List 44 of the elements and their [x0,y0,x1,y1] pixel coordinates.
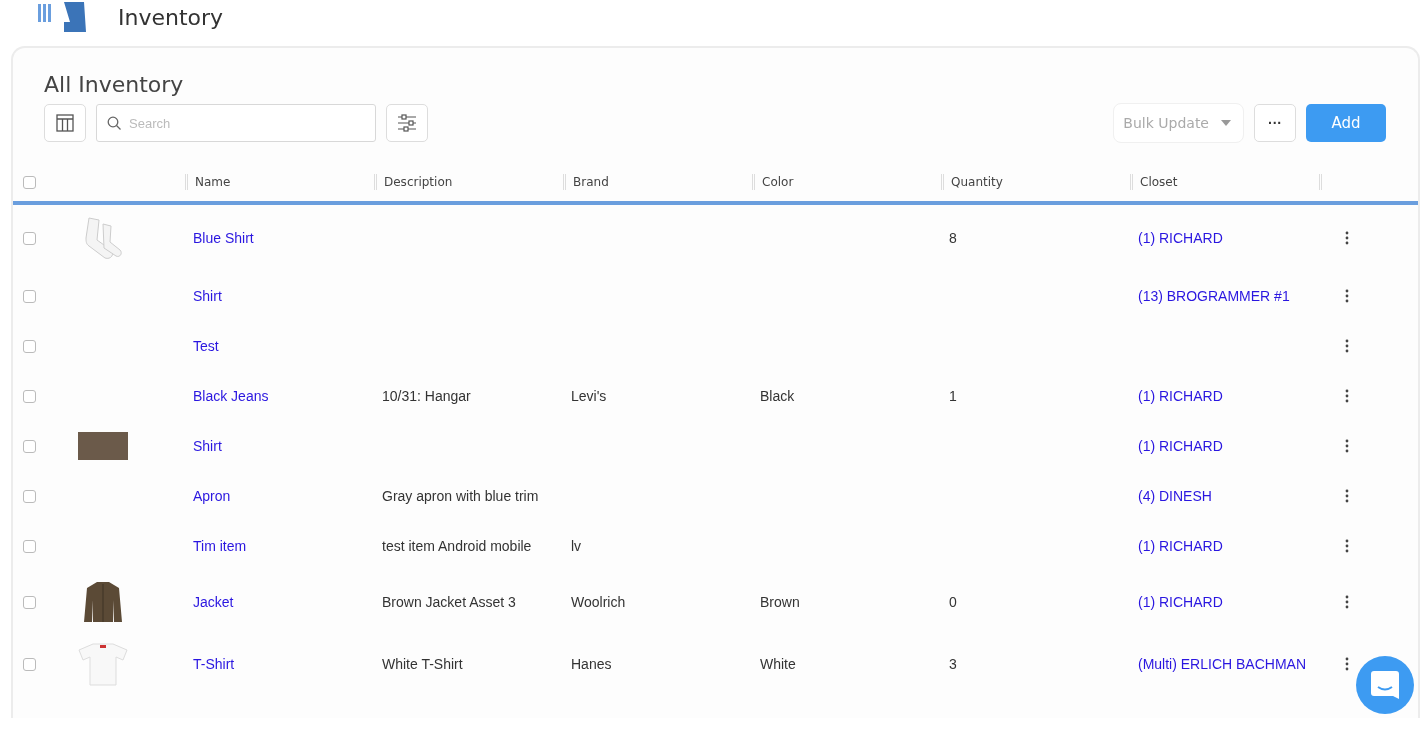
item-name-link[interactable]: Black Jeans [193,388,269,404]
closet-link[interactable]: (13) BROGRAMMER #1 [1138,288,1290,304]
item-name-link[interactable]: Jacket [193,594,234,610]
column-header[interactable]: Description [384,175,453,189]
column-header[interactable]: Brand [573,175,609,189]
more-button[interactable]: ··· [1254,104,1296,142]
table-cell: lv [571,538,582,554]
closet-link[interactable]: (1) RICHARD [1138,594,1223,610]
table-cell: Woolrich [571,594,626,610]
closet-link[interactable]: (4) DINESH [1138,488,1212,504]
closet-link[interactable]: (Multi) ERLICH BACHMAN [1138,656,1306,672]
table-cell: White [760,656,796,672]
table-cell: Brown Jacket Asset 3 [382,594,516,610]
table-cell: 8 [949,230,957,246]
table-cell: test item Android mobile [382,538,532,554]
table-cell: White T-Shirt [382,656,463,672]
app-title: Inventory [118,4,224,30]
table-cell: Hanes [571,656,612,672]
page-title: All Inventory [44,72,184,97]
item-name-link[interactable]: Tim item [193,538,247,554]
closet-link[interactable]: (1) RICHARD [1138,230,1223,246]
item-name-link[interactable]: Shirt [193,288,222,304]
item-name-link[interactable]: Blue Shirt [193,230,254,246]
table-cell: Levi's [571,388,607,404]
table-cell: 10/31: Hangar [382,388,471,404]
table-cell: 1 [949,388,957,404]
item-name-link[interactable]: Shirt [193,438,222,454]
closet-link[interactable]: (1) RICHARD [1138,388,1223,404]
column-header[interactable]: Name [195,175,231,189]
closet-link[interactable]: (1) RICHARD [1138,538,1223,554]
bulk-update-label: Bulk Update [1123,115,1209,131]
item-name-link[interactable]: Test [193,338,219,354]
item-name-link[interactable]: T-Shirt [193,656,235,672]
table-cell: Black [760,388,795,404]
table-cell: Gray apron with blue trim [382,488,539,504]
item-name-link[interactable]: Apron [193,488,231,504]
table-cell: 0 [949,594,957,610]
column-header[interactable]: Quantity [951,175,1003,189]
search-field[interactable]: Search [96,104,376,142]
table-cell: 3 [949,656,957,672]
closet-link[interactable]: (1) RICHARD [1138,438,1223,454]
column-header[interactable]: Color [762,175,794,189]
column-header[interactable]: Closet [1140,175,1178,189]
table-cell: Brown [760,594,800,610]
